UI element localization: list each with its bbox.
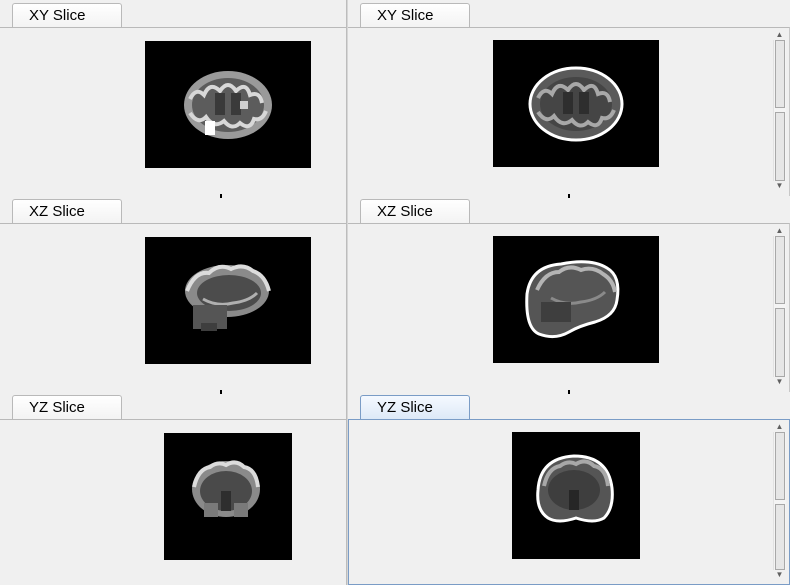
yz-slice-image[interactable]: [164, 433, 292, 560]
panel-xy-right: XY Slice ▲ ▼: [348, 0, 790, 198]
xy-slice-image[interactable]: [145, 41, 311, 168]
tab-yz-slice[interactable]: YZ Slice: [360, 395, 470, 419]
xy-slice-image-outlined[interactable]: [493, 40, 659, 167]
scroll-track[interactable]: [773, 40, 786, 181]
scroll-thumb[interactable]: [775, 236, 785, 304]
scroll-up-arrow-icon[interactable]: ▲: [773, 422, 786, 432]
tab-yz-slice[interactable]: YZ Slice: [12, 395, 122, 419]
scroll-down-arrow-icon[interactable]: ▼: [773, 570, 786, 580]
scroll-thumb[interactable]: [775, 40, 785, 108]
tab-xz-slice[interactable]: XZ Slice: [12, 199, 122, 223]
scroll-up-arrow-icon[interactable]: ▲: [773, 30, 786, 40]
panel-xz-right: XZ Slice ▲ ▼: [348, 196, 790, 394]
scroll-down-arrow-icon[interactable]: ▼: [773, 377, 786, 387]
yz-slice-image-outlined[interactable]: [512, 432, 640, 559]
scroll-down-arrow-icon[interactable]: ▼: [773, 181, 786, 191]
panel-yz-right: YZ Slice ▲ ▼: [348, 392, 790, 585]
right-view-column: XY Slice ▲ ▼ XZ Slice ▲ ▼ YZ Slice ▲ ▼: [348, 0, 790, 585]
tab-xy-slice[interactable]: XY Slice: [360, 3, 470, 27]
scroll-thumb[interactable]: [775, 504, 785, 570]
xz-slice-image[interactable]: [145, 237, 311, 364]
left-view-column: XY Slice XZ Slice YZ Slice: [0, 0, 347, 585]
panel-xy-left: XY Slice: [0, 0, 347, 198]
vertical-scrollbar[interactable]: ▲ ▼: [773, 226, 786, 387]
scroll-thumb[interactable]: [775, 308, 785, 377]
tab-xz-slice[interactable]: XZ Slice: [360, 199, 470, 223]
panel-xz-left: XZ Slice: [0, 196, 347, 394]
scroll-track[interactable]: [773, 236, 786, 377]
vertical-scrollbar[interactable]: ▲ ▼: [773, 30, 786, 191]
scroll-track[interactable]: [773, 432, 786, 570]
scroll-thumb[interactable]: [775, 432, 785, 500]
tab-xy-slice[interactable]: XY Slice: [12, 3, 122, 27]
scroll-up-arrow-icon[interactable]: ▲: [773, 226, 786, 236]
scroll-thumb[interactable]: [775, 112, 785, 181]
panel-yz-left: YZ Slice: [0, 392, 347, 585]
vertical-scrollbar[interactable]: ▲ ▼: [773, 422, 786, 580]
xz-slice-image-outlined[interactable]: [493, 236, 659, 363]
